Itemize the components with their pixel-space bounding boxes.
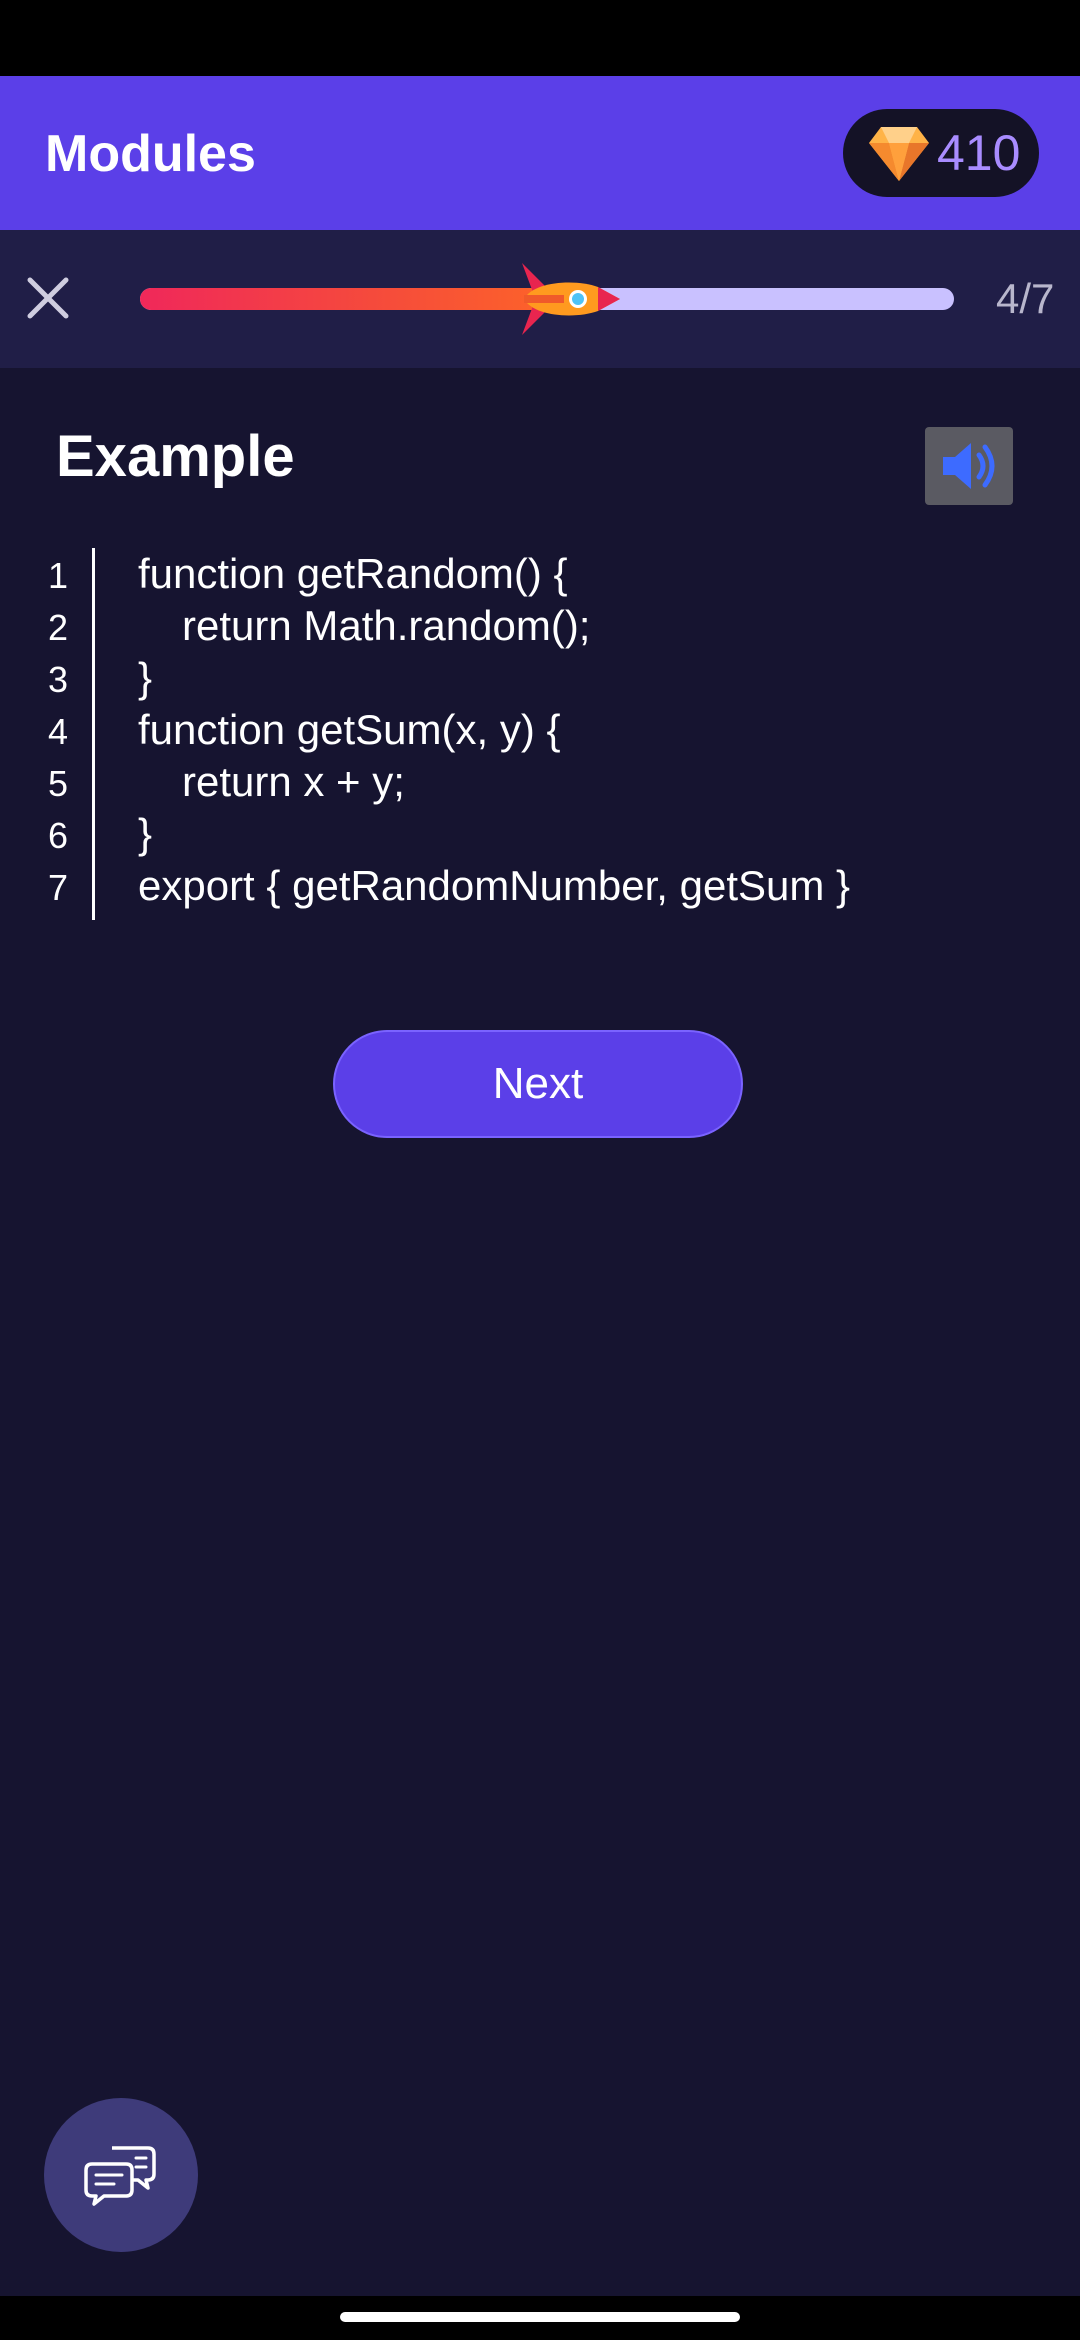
code-line: 1 function getRandom() { [40,548,1040,600]
next-button[interactable]: Next [333,1030,743,1138]
gems-count: 410 [937,125,1021,181]
line-code: } [138,810,153,857]
page-title: Modules [45,125,256,183]
progress-track [140,263,954,335]
code-line: 4 function getSum(x, y) { [40,704,1040,756]
code-example: 1 function getRandom() { 2 return Math.r… [40,548,1040,920]
line-number: 4 [47,711,69,752]
line-number: 3 [47,659,69,700]
line-number: 6 [47,815,69,856]
close-icon[interactable] [20,270,76,326]
home-indicator[interactable] [340,2312,740,2322]
code-line: 2 return Math.random(); [40,600,1040,652]
line-number: 2 [47,607,69,648]
line-number: 7 [47,867,69,908]
app-header: Modules 410 [0,76,1080,230]
code-line: 7 export { getRandomNumber, getSum } [40,860,1040,912]
audio-button[interactable] [925,427,1013,505]
line-number: 1 [47,555,69,596]
line-code: return x + y; [182,758,405,805]
chat-bubbles-icon [84,2146,156,2206]
code-line: 3 } [40,652,1040,704]
line-code: function getRandom() { [138,550,568,597]
line-code: } [138,654,153,701]
navigation-bar [0,2296,1080,2340]
status-bar [0,0,1080,76]
gem-icon [869,127,929,181]
line-code: export { getRandomNumber, getSum } [138,862,851,909]
line-code: return Math.random(); [182,602,591,649]
code-line: 5 return x + y; [40,756,1040,808]
section-title: Example [56,424,295,489]
speaker-icon [943,443,995,489]
line-number: 5 [47,763,69,804]
chat-button[interactable] [44,2098,198,2252]
rocket-icon [522,263,620,335]
code-line: 6 } [40,808,1040,860]
line-code: function getSum(x, y) { [138,706,561,753]
gems-counter[interactable]: 410 [843,109,1039,197]
progress-label: 4/7 [996,275,1055,322]
lesson-progress-bar: 4/7 [0,230,1080,368]
